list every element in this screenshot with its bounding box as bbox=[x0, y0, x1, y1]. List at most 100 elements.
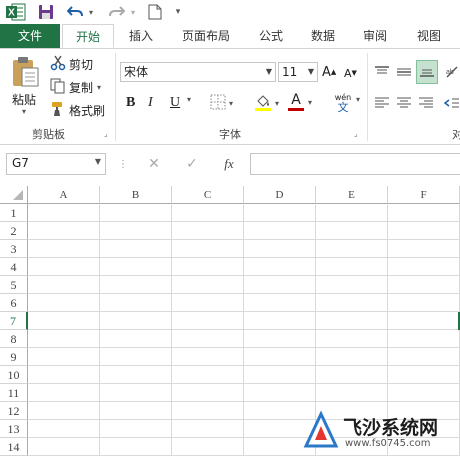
tab-page-layout[interactable]: 页面布局 bbox=[170, 24, 242, 48]
column-header-e[interactable]: E bbox=[316, 186, 388, 204]
cell-d6[interactable] bbox=[244, 294, 316, 312]
font-size-combo[interactable]: 11 ▼ bbox=[278, 62, 318, 82]
tab-insert[interactable]: 插入 bbox=[118, 24, 164, 48]
cell-e8[interactable] bbox=[316, 330, 388, 348]
cell-d8[interactable] bbox=[244, 330, 316, 348]
formula-input[interactable] bbox=[250, 153, 460, 175]
cell-b5[interactable] bbox=[100, 276, 172, 294]
cell-d5[interactable] bbox=[244, 276, 316, 294]
cancel-icon[interactable]: ✕ bbox=[146, 156, 162, 172]
cell-a10[interactable] bbox=[28, 366, 100, 384]
cell-b11[interactable] bbox=[100, 384, 172, 402]
clipboard-launcher-icon[interactable]: ⌟ bbox=[104, 129, 108, 138]
cell-b8[interactable] bbox=[100, 330, 172, 348]
cell-f6[interactable] bbox=[388, 294, 460, 312]
cell-a3[interactable] bbox=[28, 240, 100, 258]
save-icon[interactable] bbox=[36, 2, 56, 22]
cell-f7[interactable] bbox=[388, 312, 460, 330]
cell-c13[interactable] bbox=[172, 420, 244, 438]
cell-f8[interactable] bbox=[388, 330, 460, 348]
cell-e5[interactable] bbox=[316, 276, 388, 294]
cell-e7[interactable] bbox=[316, 312, 388, 330]
increase-font-button[interactable]: A ▲ bbox=[322, 62, 338, 82]
tab-formulas[interactable]: 公式 bbox=[248, 24, 294, 48]
cell-a2[interactable] bbox=[28, 222, 100, 240]
row-header-12[interactable]: 12 bbox=[0, 402, 28, 420]
column-header-f[interactable]: F bbox=[388, 186, 460, 204]
enter-icon[interactable]: ✓ bbox=[184, 156, 200, 172]
cell-b14[interactable] bbox=[100, 438, 172, 456]
cell-c2[interactable] bbox=[172, 222, 244, 240]
copy-dropdown-icon[interactable]: ▾ bbox=[97, 83, 101, 92]
row-header-13[interactable]: 13 bbox=[0, 420, 28, 438]
row-header-7[interactable]: 7 bbox=[0, 312, 28, 330]
column-header-b[interactable]: B bbox=[100, 186, 172, 204]
cell-d9[interactable] bbox=[244, 348, 316, 366]
undo-dropdown-icon[interactable]: ▾ bbox=[86, 2, 96, 22]
cell-a8[interactable] bbox=[28, 330, 100, 348]
cell-b3[interactable] bbox=[100, 240, 172, 258]
cell-c12[interactable] bbox=[172, 402, 244, 420]
name-box[interactable]: G7 ▼ bbox=[6, 153, 106, 175]
cell-e3[interactable] bbox=[316, 240, 388, 258]
tab-file[interactable]: 文件 bbox=[0, 24, 60, 48]
cell-c8[interactable] bbox=[172, 330, 244, 348]
phonetic-dropdown-icon[interactable]: ▾ bbox=[356, 95, 360, 104]
cell-c6[interactable] bbox=[172, 294, 244, 312]
cell-d10[interactable] bbox=[244, 366, 316, 384]
cell-d1[interactable] bbox=[244, 204, 316, 222]
bold-button[interactable]: B bbox=[126, 93, 140, 113]
paste-icon[interactable] bbox=[8, 55, 42, 89]
cell-c4[interactable] bbox=[172, 258, 244, 276]
decrease-font-button[interactable]: A ▼ bbox=[344, 64, 360, 82]
cell-b10[interactable] bbox=[100, 366, 172, 384]
cell-d11[interactable] bbox=[244, 384, 316, 402]
cell-a6[interactable] bbox=[28, 294, 100, 312]
row-header-4[interactable]: 4 bbox=[0, 258, 28, 276]
cell-c5[interactable] bbox=[172, 276, 244, 294]
cell-d7[interactable] bbox=[244, 312, 316, 330]
cell-a1[interactable] bbox=[28, 204, 100, 222]
align-left-icon[interactable] bbox=[374, 94, 392, 112]
cell-c9[interactable] bbox=[172, 348, 244, 366]
cell-b7[interactable] bbox=[100, 312, 172, 330]
cell-f3[interactable] bbox=[388, 240, 460, 258]
cut-button[interactable]: 剪切 bbox=[50, 55, 93, 74]
cell-c7[interactable] bbox=[172, 312, 244, 330]
tab-home[interactable]: 开始 bbox=[62, 24, 114, 48]
cell-f1[interactable] bbox=[388, 204, 460, 222]
row-header-3[interactable]: 3 bbox=[0, 240, 28, 258]
row-header-1[interactable]: 1 bbox=[0, 204, 28, 222]
cell-e4[interactable] bbox=[316, 258, 388, 276]
cell-f11[interactable] bbox=[388, 384, 460, 402]
paste-dropdown-icon[interactable]: ▾ bbox=[22, 107, 26, 116]
decrease-indent-icon[interactable] bbox=[444, 94, 460, 112]
column-header-d[interactable]: D bbox=[244, 186, 316, 204]
copy-button[interactable]: 复制 ▾ bbox=[50, 78, 101, 97]
phonetic-guide-button[interactable]: wén 文 bbox=[331, 91, 355, 115]
cell-b2[interactable] bbox=[100, 222, 172, 240]
row-header-10[interactable]: 10 bbox=[0, 366, 28, 384]
column-header-a[interactable]: A bbox=[28, 186, 100, 204]
customize-qat-icon[interactable]: ▾ bbox=[172, 2, 184, 22]
cell-c1[interactable] bbox=[172, 204, 244, 222]
paste-label[interactable]: 粘贴 bbox=[12, 91, 36, 108]
cell-c10[interactable] bbox=[172, 366, 244, 384]
cell-b4[interactable] bbox=[100, 258, 172, 276]
column-header-c[interactable]: C bbox=[172, 186, 244, 204]
cell-e10[interactable] bbox=[316, 366, 388, 384]
cell-b6[interactable] bbox=[100, 294, 172, 312]
cell-e11[interactable] bbox=[316, 384, 388, 402]
row-header-11[interactable]: 11 bbox=[0, 384, 28, 402]
font-launcher-icon[interactable]: ⌟ bbox=[354, 129, 358, 138]
underline-dropdown-icon[interactable]: ▾ bbox=[187, 95, 191, 104]
cell-e6[interactable] bbox=[316, 294, 388, 312]
cell-e9[interactable] bbox=[316, 348, 388, 366]
align-middle-icon[interactable] bbox=[396, 63, 414, 81]
cell-a4[interactable] bbox=[28, 258, 100, 276]
cell-f9[interactable] bbox=[388, 348, 460, 366]
new-file-icon[interactable] bbox=[146, 2, 164, 22]
tab-view[interactable]: 视图 bbox=[404, 24, 454, 48]
cell-a12[interactable] bbox=[28, 402, 100, 420]
align-top-icon[interactable] bbox=[374, 63, 392, 81]
